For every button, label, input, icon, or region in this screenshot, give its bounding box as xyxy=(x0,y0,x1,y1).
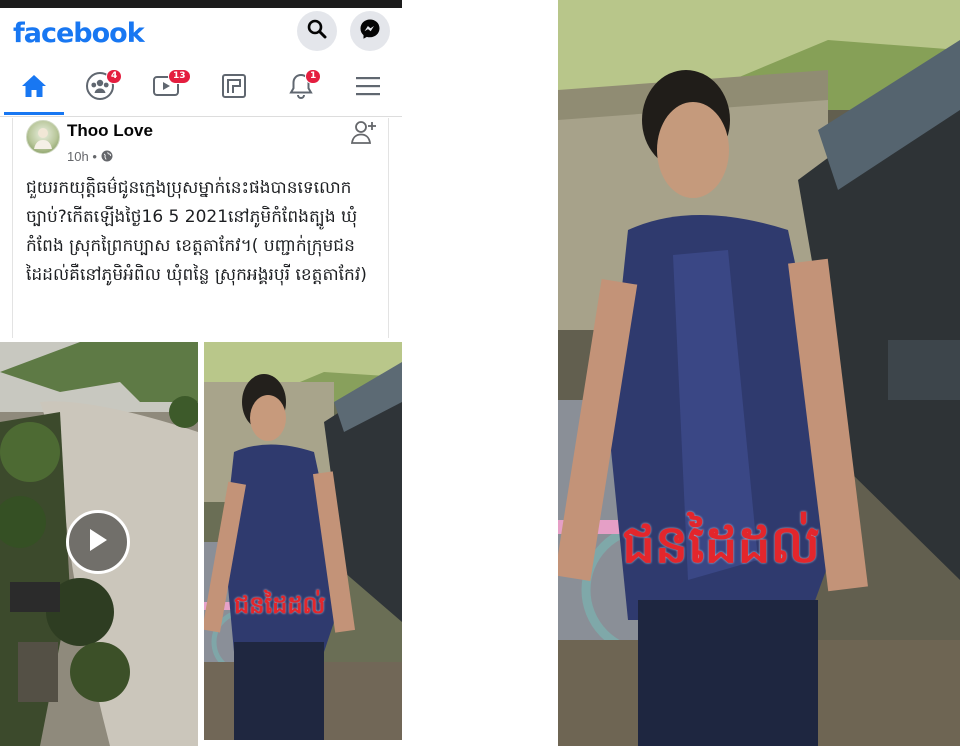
meta-separator: • xyxy=(92,149,101,164)
notifications-badge: 1 xyxy=(305,69,322,84)
globe-icon xyxy=(101,149,113,164)
post-time[interactable]: 10h xyxy=(67,149,89,164)
main-nav: 4 13 1 xyxy=(0,62,402,117)
app-header: facebook xyxy=(0,8,402,60)
add-friend-button[interactable] xyxy=(350,118,378,146)
tab-home[interactable] xyxy=(2,62,66,114)
tab-watch[interactable]: 13 xyxy=(135,62,199,114)
post-meta: 10h • xyxy=(67,149,113,164)
tab-groups[interactable]: 4 xyxy=(68,62,132,114)
add-friend-icon xyxy=(350,121,378,150)
post-author[interactable]: Thoo Love xyxy=(67,121,153,141)
home-icon xyxy=(20,73,48,103)
active-tab-indicator xyxy=(4,112,64,115)
messenger-button[interactable] xyxy=(350,11,390,51)
search-button[interactable] xyxy=(297,11,337,51)
groups-badge: 4 xyxy=(106,69,123,84)
photo-caption: ជនដៃដល់ xyxy=(234,591,326,619)
play-icon xyxy=(87,527,109,557)
avatar[interactable] xyxy=(26,120,60,154)
facebook-logo[interactable]: facebook xyxy=(13,18,145,49)
facebook-mobile-screenshot: facebook 4 13 1 Thoo Love 10h • ជួយរកយុត… xyxy=(0,0,402,746)
pages-icon xyxy=(221,73,247,103)
photo-caption-large: ជនដៃដល់ xyxy=(622,515,821,575)
status-bar xyxy=(0,0,402,8)
tab-pages[interactable] xyxy=(202,62,266,114)
search-icon xyxy=(307,19,327,43)
watch-badge: 13 xyxy=(168,69,191,84)
post-video-thumbnail[interactable] xyxy=(0,342,198,746)
enlarged-photo: ជនដៃដល់ xyxy=(558,0,960,746)
play-button[interactable] xyxy=(66,510,130,574)
hamburger-icon xyxy=(355,75,381,101)
tab-notifications[interactable]: 1 xyxy=(269,62,333,114)
post-text: ជួយរកយុត្តិធម៌ជូនក្មេងប្រុសម្នាក់នេះផងបា… xyxy=(26,178,367,285)
tab-menu[interactable] xyxy=(336,62,400,114)
messenger-icon xyxy=(359,18,381,44)
post-photo-thumbnail[interactable]: ជនដៃដល់ xyxy=(204,342,402,740)
